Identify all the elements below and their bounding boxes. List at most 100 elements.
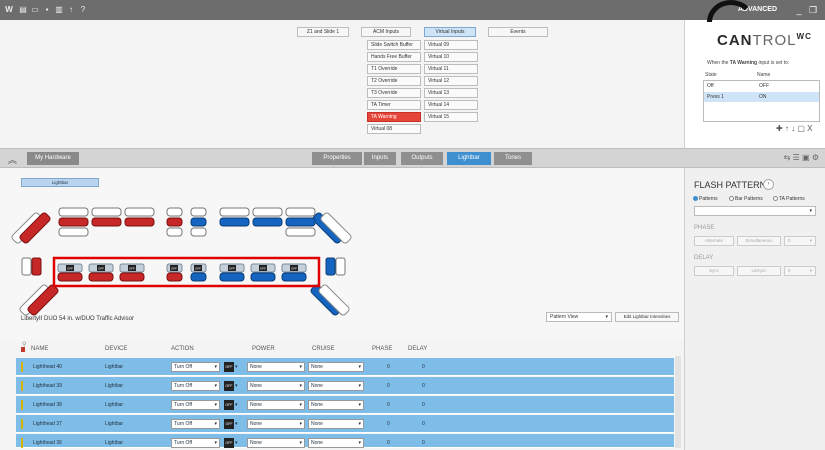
input-virtual-10[interactable]: Virtual 10	[424, 52, 478, 62]
tab-events[interactable]: Events	[488, 27, 548, 37]
action-select[interactable]: Turn Off ▾	[171, 438, 220, 448]
my-hardware-button[interactable]: My Hardware	[27, 152, 79, 165]
input-t1-override[interactable]: T1 Override	[367, 64, 421, 74]
input-slide-switch-buffer[interactable]: Slide Switch Buffer	[367, 40, 421, 50]
open-folder-icon[interactable]: ▭	[30, 5, 40, 15]
cruise-select[interactable]: None ▾	[308, 362, 364, 372]
collapse-chevron-icon[interactable]: ︽	[8, 153, 17, 166]
print-icon[interactable]: ▥	[54, 5, 64, 15]
simultaneous-button[interactable]: Simultaneous	[737, 236, 781, 246]
input-ta-timer[interactable]: TA Timer	[367, 100, 421, 110]
header-cruise[interactable]: CRUISE	[312, 346, 335, 352]
power-select[interactable]: None ▾	[247, 438, 305, 448]
phase-cell[interactable]: 0	[387, 383, 390, 389]
input-t2-override[interactable]: T2 Override	[367, 76, 421, 86]
traffic-advisor-heads[interactable]	[57, 263, 307, 282]
hardware-tools[interactable]: ⇆ ☰ ▣ ⚙	[784, 153, 819, 162]
phase-cell[interactable]: 0	[387, 402, 390, 408]
edit-intensities-button[interactable]: Edit Lightbar Intensities	[615, 312, 679, 322]
action-select[interactable]: Turn Off ▾	[171, 400, 220, 410]
phase-cell[interactable]: 0	[387, 440, 390, 446]
table-row[interactable]: Lighthead 37 Lightbar Turn Off ▾ OFF ▾ None ▾ No…	[16, 415, 674, 433]
input-virtual-08[interactable]: Virtual 08	[367, 124, 421, 134]
power-select[interactable]: None ▾	[247, 400, 305, 410]
chevron-down-icon[interactable]: ▾	[235, 364, 238, 370]
tab-virtual-inputs[interactable]: Virtual Inputs	[424, 27, 476, 37]
chevron-down-icon[interactable]: ▾	[235, 440, 238, 446]
delay-cell[interactable]: 0	[422, 364, 425, 370]
power-select[interactable]: None ▾	[247, 362, 305, 372]
power-select[interactable]: None ▾	[247, 419, 305, 429]
left-corner-heads[interactable]	[11, 212, 60, 317]
table-row[interactable]: Lighthead 39 Lightbar Turn Off ▾ OFF ▾ None ▾ No…	[16, 377, 674, 395]
table-scrollbar[interactable]	[675, 356, 681, 448]
tab-outputs[interactable]: Outputs	[401, 152, 443, 165]
header-power[interactable]: POWER	[252, 346, 275, 352]
state-row-off[interactable]: Off OFF	[704, 81, 819, 91]
state-tools[interactable]: ✚ ↑ ↓ ▢ X	[776, 124, 813, 133]
upper-lightheads[interactable]	[58, 207, 316, 237]
save-icon[interactable]: ▪	[42, 5, 52, 15]
cruise-select[interactable]: None ▾	[308, 400, 364, 410]
header-action[interactable]: ACTION	[171, 346, 194, 352]
cruise-select[interactable]: None ▾	[308, 438, 364, 448]
row-status-bar	[21, 381, 23, 391]
delay-cell[interactable]: 0	[422, 440, 425, 446]
phase-cell[interactable]: 0	[387, 364, 390, 370]
power-select[interactable]: None ▾	[247, 381, 305, 391]
input-virtual-11[interactable]: Virtual 11	[424, 64, 478, 74]
header-delay[interactable]: DELAY	[408, 346, 427, 352]
unsync-button[interactable]: Unsync	[737, 266, 781, 276]
input-virtual-15[interactable]: Virtual 15	[424, 112, 478, 122]
menu-icon[interactable]: ▤	[18, 5, 28, 15]
delay-cell[interactable]: 0	[422, 421, 425, 427]
header-phase[interactable]: PHASE	[372, 346, 392, 352]
minimize-icon[interactable]: _	[793, 4, 805, 16]
input-t3-override[interactable]: T3 Override	[367, 88, 421, 98]
phase-stepper[interactable]: 0 ▾	[784, 236, 816, 246]
phase-cell[interactable]: 0	[387, 421, 390, 427]
action-select[interactable]: Turn Off ▾	[171, 381, 220, 391]
chevron-down-icon[interactable]: ▾	[235, 402, 238, 408]
expand-arrow-icon[interactable]: ›	[763, 179, 774, 190]
input-virtual-13[interactable]: Virtual 13	[424, 88, 478, 98]
chevron-down-icon[interactable]: ▾	[235, 383, 238, 389]
table-row[interactable]: Lighthead 36 Lightbar Turn Off ▾ OFF ▾ None ▾ No…	[16, 434, 674, 448]
radio-patterns[interactable]: Patterns	[693, 196, 718, 202]
tab-tones[interactable]: Tones	[494, 152, 532, 165]
lightbar-button[interactable]: Lightbar	[21, 178, 99, 187]
tab-lightbar[interactable]: Lightbar	[447, 152, 491, 165]
input-virtual-14[interactable]: Virtual 14	[424, 100, 478, 110]
input-hands-free-buffer[interactable]: Hands Free Buffer	[367, 52, 421, 62]
right-corner-heads[interactable]	[310, 212, 353, 317]
sync-button[interactable]: Sync	[694, 266, 734, 276]
table-row[interactable]: Lighthead 38 Lightbar Turn Off ▾ OFF ▾ None ▾ No…	[16, 396, 674, 414]
input-ta-warning[interactable]: TA Warning	[367, 112, 421, 122]
header-device[interactable]: DEVICE	[105, 346, 127, 352]
tab-z1-slide1[interactable]: Z1 and Slide 1	[297, 27, 349, 37]
upload-icon[interactable]: ↑	[66, 5, 76, 15]
restore-icon[interactable]: ❐	[807, 4, 819, 16]
chevron-down-icon[interactable]: ▾	[235, 421, 238, 427]
input-virtual-12[interactable]: Virtual 12	[424, 76, 478, 86]
cruise-select[interactable]: None ▾	[308, 419, 364, 429]
tab-properties[interactable]: Properties	[312, 152, 362, 165]
delay-cell[interactable]: 0	[422, 402, 425, 408]
header-name[interactable]: NAME	[31, 346, 48, 352]
pattern-view-select[interactable]: Pattern View ▾	[546, 312, 612, 322]
input-virtual-09[interactable]: Virtual 09	[424, 40, 478, 50]
tab-acm-inputs[interactable]: ACM Inputs	[361, 27, 411, 37]
alternate-button[interactable]: Alternate	[694, 236, 734, 246]
action-select[interactable]: Turn Off ▾	[171, 419, 220, 429]
delay-cell[interactable]: 0	[422, 383, 425, 389]
action-select[interactable]: Turn Off ▾	[171, 362, 220, 372]
tab-inputs[interactable]: Inputs	[364, 152, 396, 165]
cruise-select[interactable]: None ▾	[308, 381, 364, 391]
state-row-press1[interactable]: Press 1 ON	[704, 92, 819, 102]
pattern-select[interactable]: ▾	[694, 206, 816, 216]
help-icon[interactable]: ?	[78, 5, 88, 15]
radio-ta-patterns[interactable]: TA Patterns	[773, 196, 805, 202]
radio-bar-patterns[interactable]: Bar Patterns	[729, 196, 763, 202]
table-row[interactable]: Lighthead 40 Lightbar Turn Off ▾ OFF ▾ None ▾ No…	[16, 358, 674, 376]
delay-stepper[interactable]: 0 ▾	[784, 266, 816, 276]
